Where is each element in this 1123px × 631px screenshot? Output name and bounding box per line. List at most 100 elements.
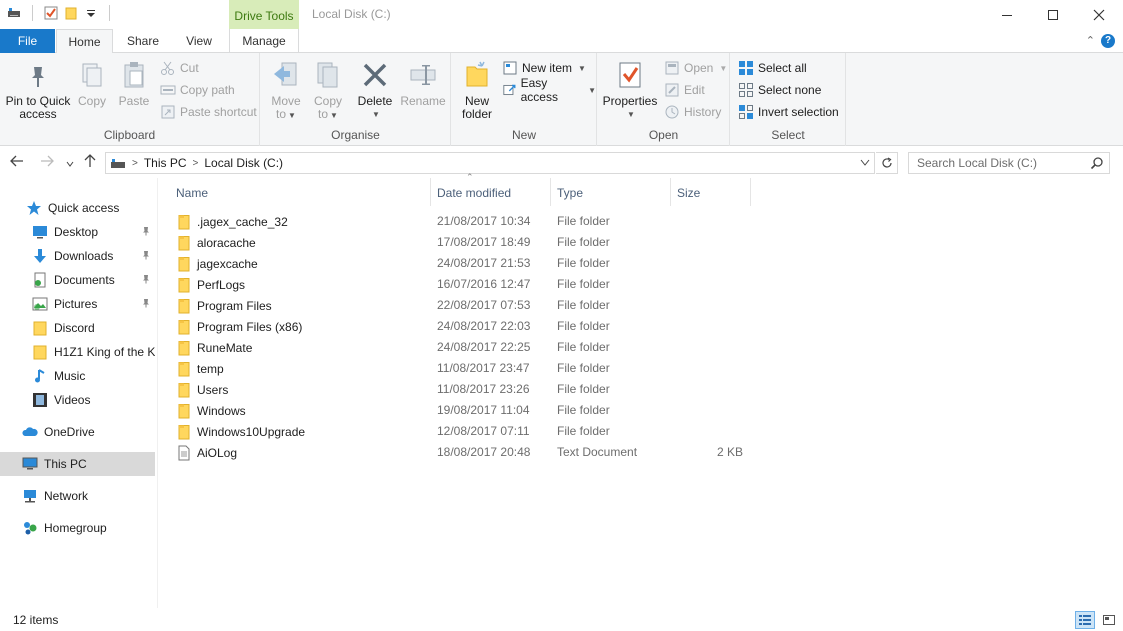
tab-file[interactable]: File [0, 29, 55, 53]
breadcrumb-separator[interactable]: > [132, 158, 138, 169]
file-row[interactable]: Program Files 22/08/2017 07:53 File folder [176, 295, 756, 316]
file-row[interactable]: Program Files (x86) 24/08/2017 22:03 File … [176, 316, 756, 337]
file-name-cell[interactable]: Windows [176, 400, 246, 421]
recent-locations-button[interactable] [66, 155, 74, 171]
pin-icon[interactable] [141, 298, 151, 308]
file-name-cell[interactable]: AiOLog [176, 442, 237, 463]
paste-shortcut-button[interactable]: Paste shortcut [160, 102, 257, 122]
pin-icon[interactable] [141, 274, 151, 284]
nav-videos[interactable]: Videos [0, 388, 155, 412]
file-name-cell[interactable]: aloracache [176, 232, 256, 253]
drive-icon[interactable] [6, 5, 22, 21]
history-button[interactable]: History [664, 102, 721, 122]
file-name-cell[interactable]: Program Files (x86) [176, 316, 302, 337]
column-name[interactable]: Name [170, 178, 431, 206]
invert-selection-button[interactable]: Invert selection [738, 102, 839, 122]
tab-manage[interactable]: Manage [229, 29, 299, 53]
file-row[interactable]: aloracache 17/08/2017 18:49 File folder [176, 232, 756, 253]
file-row[interactable]: .jagex_cache_32 21/08/2017 10:34 File fold… [176, 211, 756, 232]
search-icon[interactable] [1090, 156, 1104, 170]
forward-button[interactable] [40, 154, 54, 170]
tab-home[interactable]: Home [56, 29, 113, 54]
pin-to-quick-access-button[interactable]: Pin to Quick access [4, 59, 72, 121]
nav-this-pc[interactable]: This PC [0, 452, 155, 476]
properties-button[interactable]: Properties ▼ [602, 59, 658, 121]
nav-documents[interactable]: Documents [0, 268, 155, 292]
delete-button[interactable]: Delete ▼ [355, 59, 395, 121]
copy-to-button[interactable]: Copy to ▼ [309, 59, 347, 122]
nav-pictures[interactable]: Pictures [0, 292, 155, 316]
file-date-modified: 17/08/2017 18:49 [437, 235, 531, 249]
nav-downloads[interactable]: Downloads [0, 244, 155, 268]
file-name-cell[interactable]: PerfLogs [176, 274, 245, 295]
close-button[interactable] [1076, 0, 1122, 29]
file-name-cell[interactable]: jagexcache [176, 253, 258, 274]
new-folder-button[interactable]: New folder [458, 59, 496, 121]
column-type[interactable]: Type [551, 178, 671, 206]
back-button[interactable] [10, 154, 24, 170]
tab-share[interactable]: Share [116, 29, 170, 53]
new-item-button[interactable]: New item ▼ [502, 58, 586, 78]
nav-homegroup[interactable]: Homegroup [0, 516, 155, 540]
large-icons-view-button[interactable] [1099, 611, 1119, 629]
search-box[interactable]: Search Local Disk (C:) [908, 152, 1110, 174]
file-name-cell[interactable]: temp [176, 358, 224, 379]
file-list-header: ⌃ Name Date modified Type Size [170, 172, 752, 206]
copy-path-button[interactable]: Copy path [160, 80, 235, 100]
help-icon[interactable]: ? [1101, 34, 1115, 48]
pin-icon[interactable] [141, 226, 151, 236]
new-folder-icon[interactable] [63, 5, 79, 21]
file-name-cell[interactable]: Users [176, 379, 228, 400]
file-row[interactable]: RuneMate 24/08/2017 22:25 File folder [176, 337, 756, 358]
nav-this-pc-label: This PC [44, 457, 87, 471]
column-size[interactable]: Size [671, 178, 751, 206]
details-view-button[interactable] [1075, 611, 1095, 629]
breadcrumb-local-disk[interactable]: Local Disk (C:) [204, 156, 283, 170]
nav-desktop[interactable]: Desktop [0, 220, 155, 244]
tab-view[interactable]: View [172, 29, 226, 53]
file-row[interactable]: AiOLog 18/08/2017 20:48 Text Document 2 KB [176, 442, 756, 463]
file-name-cell[interactable]: .jagex_cache_32 [176, 211, 288, 232]
file-name-cell[interactable]: RuneMate [176, 337, 252, 358]
select-none-button[interactable]: Select none [738, 80, 821, 100]
breadcrumb-this-pc[interactable]: This PC [144, 156, 187, 170]
up-button[interactable] [84, 154, 96, 171]
file-row[interactable]: PerfLogs 16/07/2016 12:47 File folder [176, 274, 756, 295]
properties-icon[interactable] [43, 5, 59, 21]
nav-discord[interactable]: Discord [0, 316, 155, 340]
nav-quick-access[interactable]: Quick access [0, 196, 155, 220]
file-row[interactable]: jagexcache 24/08/2017 21:53 File folder [176, 253, 756, 274]
customize-toolbar-icon[interactable] [83, 5, 99, 21]
edit-button[interactable]: Edit [664, 80, 705, 100]
file-row[interactable]: Windows10Upgrade 12/08/2017 07:11 File fol… [176, 421, 756, 442]
copy-button[interactable]: Copy [74, 59, 110, 108]
nav-h1z1[interactable]: H1Z1 King of the Ki [0, 340, 155, 364]
file-row[interactable]: Users 11/08/2017 23:26 File folder [176, 379, 756, 400]
move-to-button[interactable]: Move to ▼ [267, 59, 305, 122]
collapse-ribbon-icon[interactable]: ⌃ [1086, 34, 1095, 47]
file-row[interactable]: temp 11/08/2017 23:47 File folder [176, 358, 756, 379]
file-date-modified: 19/08/2017 11:04 [437, 403, 530, 417]
nav-network[interactable]: Network [0, 484, 155, 508]
nav-music[interactable]: Music [0, 364, 155, 388]
address-bar[interactable]: > This PC > Local Disk (C:) [105, 152, 875, 174]
easy-access-button[interactable]: Easy access ▼ [502, 76, 596, 104]
new-folder-icon [466, 61, 488, 87]
breadcrumb-separator[interactable]: > [193, 158, 199, 169]
forward-arrow-icon [41, 155, 54, 167]
refresh-button[interactable] [876, 152, 898, 174]
pin-icon[interactable] [141, 250, 151, 260]
file-name-cell[interactable]: Program Files [176, 295, 272, 316]
file-name-cell[interactable]: Windows10Upgrade [176, 421, 305, 442]
nav-onedrive[interactable]: OneDrive [0, 420, 155, 444]
rename-button[interactable]: Rename [399, 59, 447, 108]
paste-button[interactable]: Paste [114, 59, 154, 108]
column-date-modified[interactable]: Date modified [431, 178, 551, 206]
select-all-button[interactable]: Select all [738, 58, 807, 78]
open-button[interactable]: Open ▼ [664, 58, 727, 78]
address-dropdown-icon[interactable] [860, 159, 870, 167]
maximize-button[interactable] [1030, 0, 1076, 29]
file-row[interactable]: Windows 19/08/2017 11:04 File folder [176, 400, 756, 421]
cut-button[interactable]: Cut [160, 58, 199, 78]
minimize-button[interactable] [984, 0, 1030, 29]
